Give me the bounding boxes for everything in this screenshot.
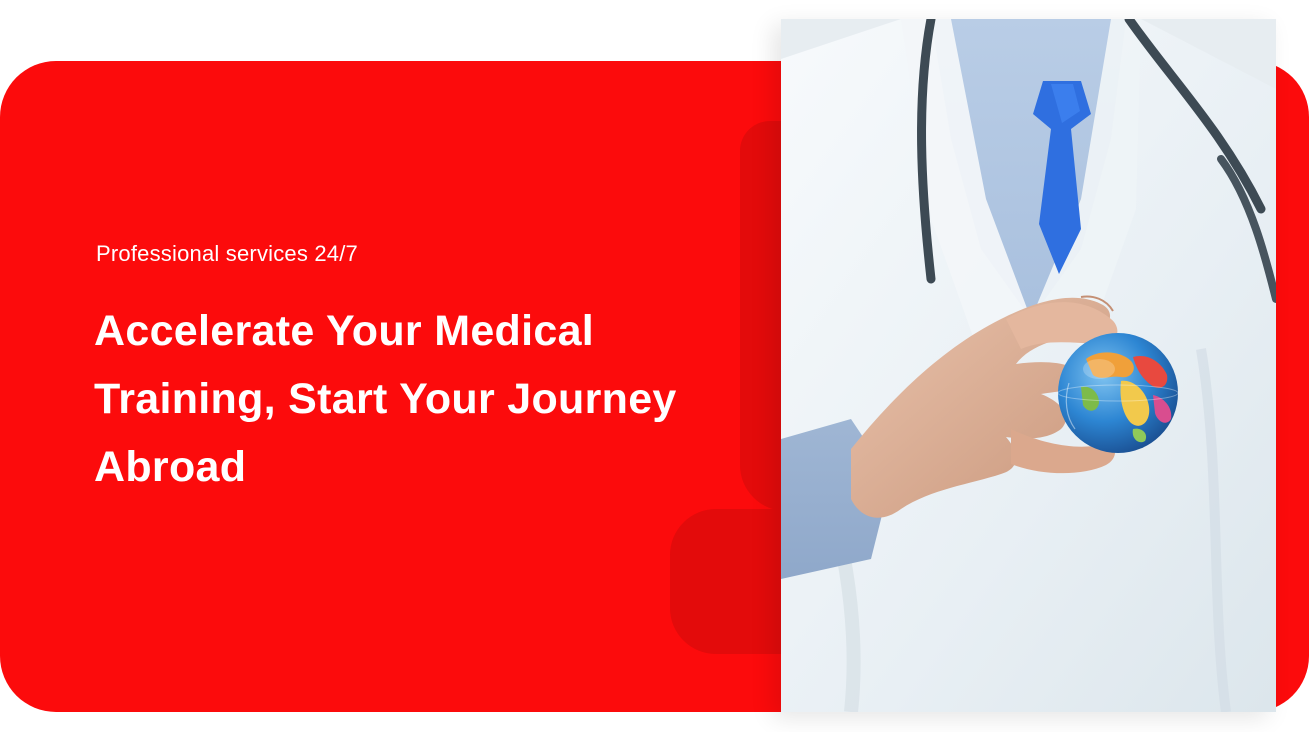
hero-section: Professional services 24/7 Accelerate Yo… <box>0 0 1309 732</box>
globe-icon <box>1057 333 1179 453</box>
hero-headline: Accelerate Your Medical Training, Start … <box>94 307 677 491</box>
hero-eyebrow: Professional services 24/7 <box>96 241 358 266</box>
doctor-photo <box>781 19 1276 712</box>
